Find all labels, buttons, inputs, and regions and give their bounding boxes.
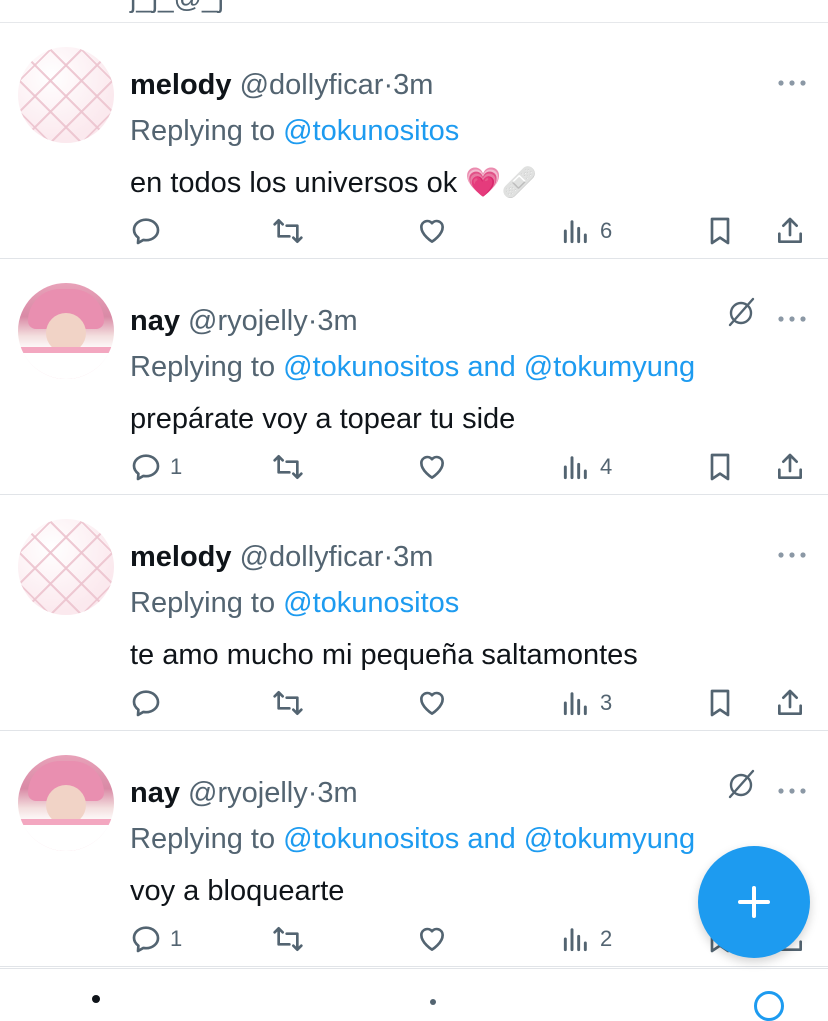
- retweet-button[interactable]: [272, 213, 312, 249]
- like-button[interactable]: [416, 449, 456, 485]
- share-button[interactable]: [774, 685, 806, 721]
- share-icon: [778, 453, 802, 479]
- mention-link[interactable]: @tokunositos and @tokumyung: [283, 351, 695, 383]
- display-name[interactable]: nay: [130, 305, 180, 337]
- reply-button[interactable]: [130, 685, 170, 721]
- views-button[interactable]: 6: [560, 213, 612, 249]
- retweet-icon: [273, 927, 303, 951]
- separator-dot: ·: [307, 305, 318, 337]
- bookmark-button[interactable]: [704, 213, 736, 249]
- bookmark-button[interactable]: [704, 685, 736, 721]
- more-icon[interactable]: [776, 73, 808, 93]
- share-icon: [778, 217, 802, 243]
- separator-dot: ·: [383, 69, 394, 101]
- share-button[interactable]: [774, 449, 806, 485]
- like-icon: [420, 219, 444, 243]
- display-name[interactable]: nay: [130, 777, 180, 809]
- like-icon: [420, 455, 444, 479]
- display-name[interactable]: melody: [130, 541, 232, 573]
- views-button[interactable]: 3: [560, 685, 612, 721]
- tweet-text: voy a bloquearte: [130, 875, 345, 907]
- tweet-actions: 6: [130, 213, 810, 249]
- spaces-tab-icon[interactable]: [754, 991, 784, 1021]
- retweet-icon: [273, 219, 303, 243]
- timestamp[interactable]: 3m: [317, 777, 357, 809]
- replying-to: Replying to @tokunositos and @tokumyung: [130, 823, 696, 855]
- replying-to: Replying to @tokunositos: [130, 587, 460, 619]
- retweet-icon: [273, 691, 303, 715]
- tweet[interactable]: melody @dollyficar·3m Replying to @tokun…: [0, 23, 828, 259]
- more-icon[interactable]: [776, 309, 808, 329]
- avatar[interactable]: [18, 283, 114, 379]
- tweet[interactable]: nay @ryojelly·3m Replying to @tokunosito…: [0, 259, 828, 495]
- bookmark-icon: [710, 217, 730, 245]
- bookmark-icon: [710, 689, 730, 717]
- retweet-button[interactable]: [272, 921, 312, 957]
- share-button[interactable]: [774, 213, 806, 249]
- compose-icon: [738, 886, 770, 918]
- handle[interactable]: @ryojelly: [188, 777, 308, 809]
- replying-to: Replying to @tokunositos: [130, 115, 460, 147]
- tweet[interactable]: melody @dollyficar·3m Replying to @tokun…: [0, 495, 828, 731]
- reply-icon: [132, 926, 160, 953]
- reply-button[interactable]: 1: [130, 921, 182, 957]
- mention-link[interactable]: @tokunositos: [283, 587, 459, 619]
- timestamp[interactable]: 3m: [393, 69, 433, 101]
- reply-button[interactable]: [130, 213, 170, 249]
- reply-icon: [132, 454, 160, 481]
- reply-button[interactable]: 1: [130, 449, 182, 485]
- like-icon: [420, 691, 444, 715]
- views-icon: [563, 692, 587, 716]
- views-icon: [563, 928, 587, 952]
- views-icon: [563, 220, 587, 244]
- tweet-actions: 3: [130, 685, 810, 721]
- like-button[interactable]: [416, 213, 456, 249]
- tweet-text: prepárate voy a topear tu side: [130, 403, 516, 435]
- views-button[interactable]: 4: [560, 449, 612, 485]
- bottom-navigation: [0, 968, 828, 1021]
- bookmark-icon: [710, 453, 730, 481]
- reply-icon: [132, 218, 160, 245]
- like-button[interactable]: [416, 921, 456, 957]
- display-name[interactable]: melody: [130, 69, 232, 101]
- mention-link[interactable]: @tokunositos and @tokumyung: [283, 823, 695, 855]
- bookmark-button[interactable]: [704, 449, 736, 485]
- muted-icon[interactable]: [722, 293, 760, 331]
- retweet-button[interactable]: [272, 685, 312, 721]
- retweet-icon: [273, 455, 303, 479]
- replying-to: Replying to @tokunositos and @tokumyung: [130, 351, 696, 383]
- handle[interactable]: @dollyficar: [240, 69, 384, 101]
- handle[interactable]: @dollyficar: [240, 541, 384, 573]
- more-icon[interactable]: [776, 781, 808, 801]
- separator-dot: ·: [383, 541, 394, 573]
- views-icon: [563, 456, 587, 480]
- avatar[interactable]: [18, 47, 114, 143]
- previous-tweet-cutoff: j_j_@_j: [0, 0, 828, 23]
- like-button[interactable]: [416, 685, 456, 721]
- tweet-text: te amo mucho mi pequeña saltamontes: [130, 639, 638, 671]
- mention-link[interactable]: @tokunositos: [283, 115, 459, 147]
- timestamp[interactable]: 3m: [393, 541, 433, 573]
- tweet-text: en todos los universos ok 💗🩹: [130, 167, 538, 199]
- reply-icon: [132, 690, 160, 717]
- avatar[interactable]: [18, 755, 114, 851]
- muted-icon[interactable]: [722, 765, 760, 803]
- share-icon: [778, 689, 802, 715]
- more-icon[interactable]: [776, 545, 808, 565]
- avatar[interactable]: [18, 519, 114, 615]
- compose-button[interactable]: [698, 846, 810, 958]
- retweet-button[interactable]: [272, 449, 312, 485]
- views-button[interactable]: 2: [560, 921, 612, 957]
- search-tab-icon[interactable]: [430, 999, 436, 1005]
- timestamp[interactable]: 3m: [317, 305, 357, 337]
- tweet-actions: 1 4: [130, 449, 810, 485]
- separator-dot: ·: [307, 777, 318, 809]
- like-icon: [420, 927, 444, 951]
- tweet[interactable]: nay @ryojelly·3m Replying to @tokunosito…: [0, 731, 828, 967]
- handle[interactable]: @ryojelly: [188, 305, 308, 337]
